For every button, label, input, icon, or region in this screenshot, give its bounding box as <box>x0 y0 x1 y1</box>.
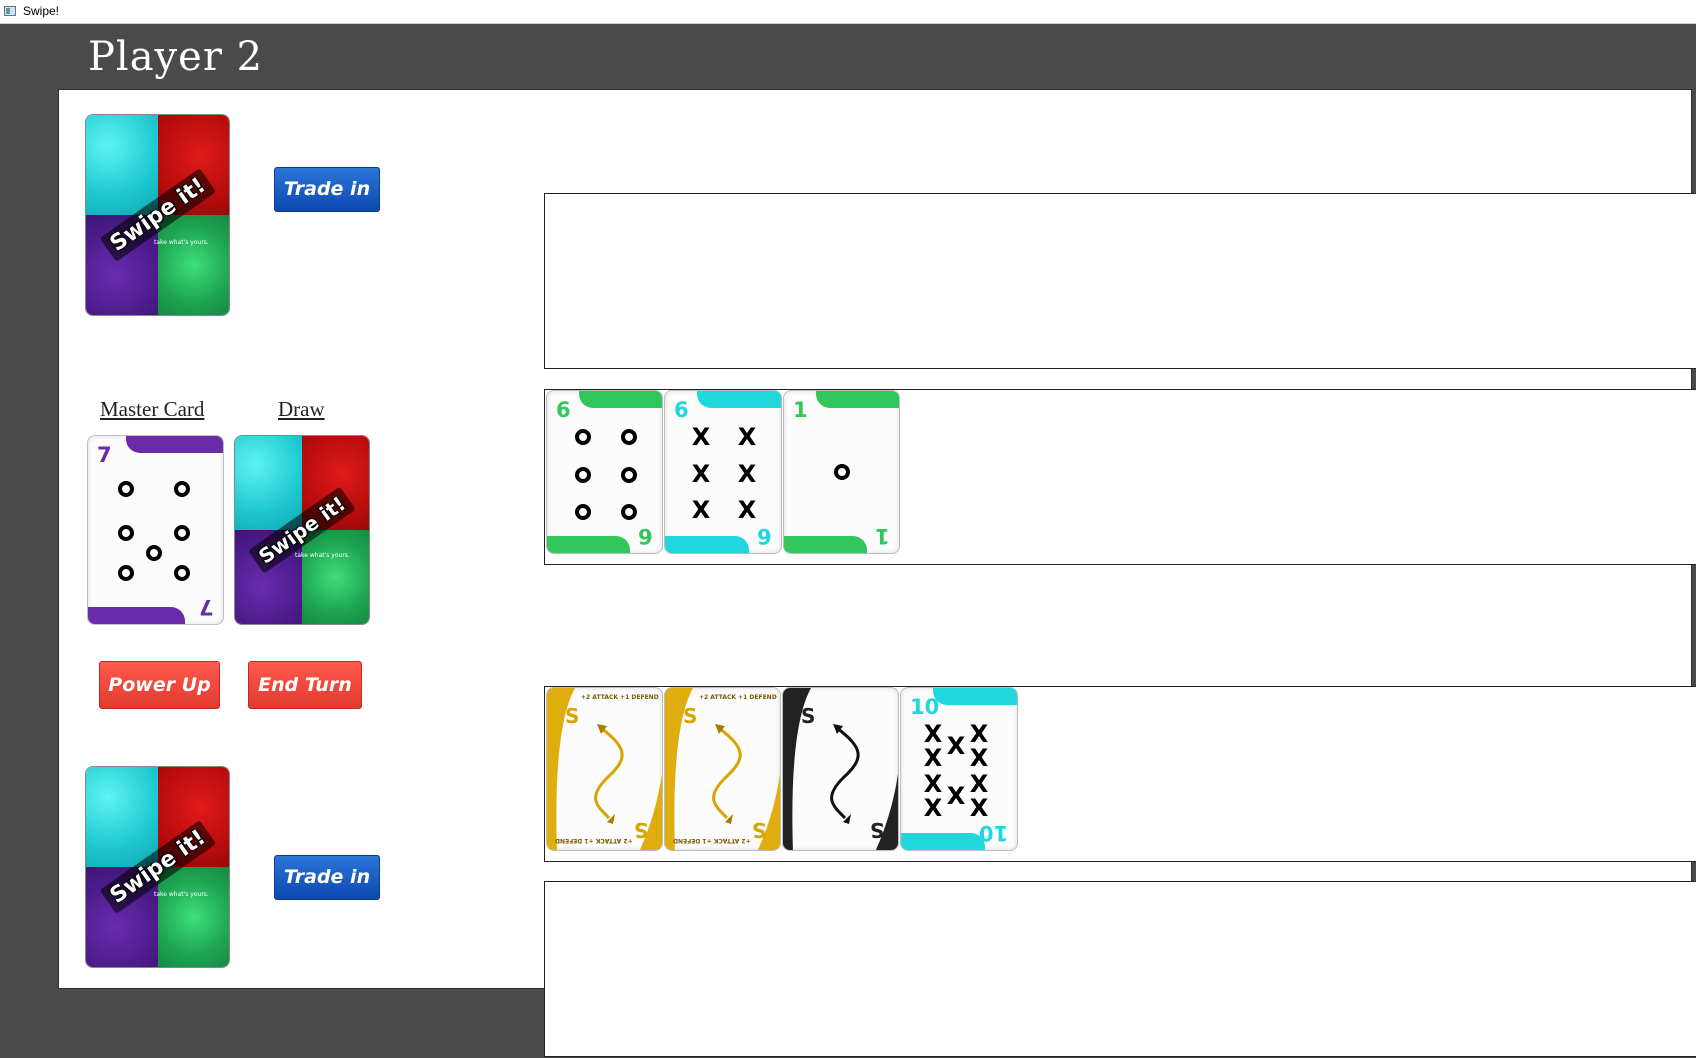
card-number: 10 <box>910 695 940 719</box>
pip-x: X <box>923 794 943 822</box>
card-number-inverted: 1 <box>875 524 890 548</box>
power-effect: +2 ATTACK +1 DEFEND <box>581 694 659 701</box>
end-turn-button[interactable]: End Turn <box>248 661 362 709</box>
power-letter: S <box>565 704 580 728</box>
card-back-tagline: take what's yours. <box>295 552 350 559</box>
power-effect: +2 ATTACK +1 DEFEND <box>699 694 777 701</box>
power-card[interactable]: S S +2 ATTACK +1 DEFEND +2 ATTACK +1 DEF… <box>664 687 781 851</box>
pip-circle <box>118 565 134 581</box>
draw-label: Draw <box>278 397 325 421</box>
pip-x: X <box>923 744 943 772</box>
pip-x: X <box>969 744 989 772</box>
swipe-card[interactable]: S S <box>782 687 899 851</box>
power-letter: S <box>683 704 698 728</box>
player2-power-zone[interactable] <box>544 193 1696 369</box>
hand-card[interactable]: 1 1 <box>783 390 900 554</box>
pip-x: X <box>691 496 711 524</box>
power-card[interactable]: S S +2 ATTACK +1 DEFEND +2 ATTACK +1 DEF… <box>546 687 663 851</box>
pip-circle <box>174 481 190 497</box>
hand-card[interactable]: 10 10 X X X X X X X X X X <box>900 687 1018 851</box>
pip-circle <box>621 467 637 483</box>
turn-indicator: Player 1 Turn <box>1352 993 1643 1039</box>
card-number-inverted: 6 <box>757 524 772 548</box>
game-board: Swipe it! take what's yours. Trade in Ma… <box>58 89 1696 1057</box>
pip-circle <box>575 467 591 483</box>
pip-x: X <box>923 720 943 748</box>
card-back-tagline: take what's yours. <box>154 239 209 246</box>
power-letter-inverted: S <box>751 818 766 842</box>
power-letter-inverted: S <box>633 818 648 842</box>
card-number-inverted: 10 <box>978 821 1008 845</box>
master-card: 7 7 <box>87 435 224 625</box>
card-back-tagline: take what's yours. <box>154 891 209 898</box>
pip-x: X <box>969 720 989 748</box>
pip-x: X <box>969 770 989 798</box>
swipe-letter-inverted: S <box>869 818 884 842</box>
pip-circle <box>174 565 190 581</box>
trade-in-button-player2[interactable]: Trade in <box>274 167 380 212</box>
pip-circle <box>575 504 591 520</box>
window-titlebar: Swipe! <box>0 0 1696 24</box>
player2-deck[interactable]: Swipe it! take what's yours. <box>85 114 230 316</box>
hand-card[interactable]: 6 6 <box>546 390 663 554</box>
master-card-number: 7 <box>97 443 112 467</box>
player1-deck[interactable]: Swipe it! take what's yours. <box>85 766 230 968</box>
pip-circle <box>146 545 162 561</box>
pip-circle <box>575 429 591 445</box>
hand-card[interactable]: 6 6 X X X X X X <box>664 390 782 554</box>
player2-hand-zone[interactable]: 6 6 6 6 X X X X X X 1 1 <box>544 389 1696 565</box>
player1-hand-zone[interactable]: S S +2 ATTACK +1 DEFEND +2 ATTACK +1 DEF… <box>544 686 1696 862</box>
pip-x: X <box>737 496 757 524</box>
pip-x: X <box>946 782 966 810</box>
pip-circle <box>834 464 850 480</box>
power-effect-inverted: +2 ATTACK +1 DEFEND <box>673 837 751 844</box>
card-number: 6 <box>674 398 689 422</box>
pip-x: X <box>969 794 989 822</box>
power-up-button[interactable]: Power Up <box>99 661 220 709</box>
pip-circle <box>118 525 134 541</box>
swipe-letter: S <box>801 704 816 728</box>
pip-x: X <box>737 460 757 488</box>
pip-circle <box>621 504 637 520</box>
pip-x: X <box>923 770 943 798</box>
pip-x: X <box>737 423 757 451</box>
master-card-number-inverted: 7 <box>199 595 214 619</box>
trade-in-button-player1[interactable]: Trade in <box>274 855 380 900</box>
pip-x: X <box>691 460 711 488</box>
card-number: 1 <box>793 398 808 422</box>
app-icon <box>4 6 16 16</box>
opponent-heading: Player 2 <box>88 34 264 80</box>
pip-circle <box>118 481 134 497</box>
draw-pile[interactable]: Swipe it! take what's yours. <box>234 435 370 625</box>
pip-x: X <box>946 732 966 760</box>
window-title: Swipe! <box>23 4 60 18</box>
power-effect-inverted: +2 ATTACK +1 DEFEND <box>555 837 633 844</box>
pip-circle <box>174 525 190 541</box>
card-number-inverted: 6 <box>638 524 653 548</box>
card-number: 6 <box>556 398 571 422</box>
master-card-label: Master Card <box>100 397 205 421</box>
pip-x: X <box>691 423 711 451</box>
pip-circle <box>621 429 637 445</box>
